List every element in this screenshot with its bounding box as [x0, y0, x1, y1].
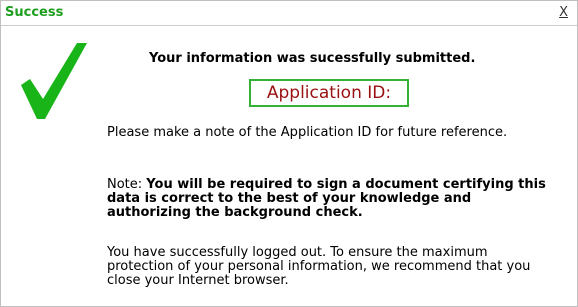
- note-line: Please make a note of the Application ID…: [107, 125, 508, 140]
- dialog-titlebar: Success X: [1, 1, 577, 26]
- application-id-box: Application ID:: [249, 79, 409, 107]
- success-dialog: Success X Your information was sucessful…: [0, 0, 578, 307]
- note-prefix: Note:: [107, 177, 147, 192]
- success-headline: Your information was sucessfully submitt…: [149, 51, 476, 66]
- note-bold-text: You will be required to sign a document …: [107, 177, 546, 220]
- logout-notice: You have successfully logged out. To ens…: [107, 245, 531, 288]
- close-button[interactable]: X: [559, 5, 568, 21]
- signature-note: Note: You will be required to sign a doc…: [107, 178, 547, 220]
- dialog-title: Success: [5, 5, 64, 20]
- checkmark-icon: [21, 43, 87, 119]
